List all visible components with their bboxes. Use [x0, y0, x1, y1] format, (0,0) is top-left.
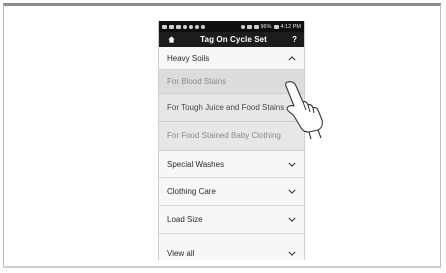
- phone-screen: 96% 4:12 PM Tag On Cycle Set ? Heavy Soi…: [158, 21, 305, 260]
- notification-icon: [201, 24, 205, 29]
- divider: [3, 266, 441, 268]
- category-special-washes[interactable]: Special Washes: [159, 151, 304, 178]
- wifi-icon: [246, 24, 252, 29]
- battery-percent: 96%: [260, 23, 272, 30]
- app-bar: Tag On Cycle Set ?: [159, 32, 304, 47]
- chevron-down-icon: [288, 217, 296, 222]
- pointing-hand-icon: [285, 81, 323, 140]
- category-label: View all: [167, 249, 195, 258]
- category-label: Heavy Soils: [167, 53, 210, 63]
- notification-icons: [162, 24, 205, 29]
- status-bar: 96% 4:12 PM: [159, 21, 304, 32]
- category-label: Load Size: [167, 215, 203, 224]
- chevron-down-icon: [288, 251, 296, 256]
- category-clothing-care[interactable]: Clothing Care: [159, 178, 304, 206]
- category-heavy-soils[interactable]: Heavy Soils: [159, 47, 304, 70]
- page-title: Tag On Cycle Set: [200, 35, 267, 44]
- category-label: Clothing Care: [167, 187, 216, 196]
- notification-icon: [176, 24, 181, 29]
- signal-icon: [253, 24, 259, 29]
- bluetooth-icon: [240, 24, 245, 29]
- help-button[interactable]: ?: [292, 35, 297, 44]
- notification-icon: [169, 24, 174, 29]
- chevron-up-icon: [288, 55, 296, 60]
- home-icon[interactable]: [168, 36, 175, 43]
- option-label: For Blood Stains: [167, 76, 227, 86]
- chevron-down-icon: [288, 189, 296, 194]
- notification-icon: [183, 24, 187, 29]
- category-label: Special Washes: [167, 159, 225, 169]
- option-label: For Tough Juice and Food Stains: [167, 102, 285, 112]
- notification-icon: [195, 24, 199, 29]
- category-load-size[interactable]: Load Size: [159, 206, 304, 234]
- system-status: 96% 4:12 PM: [240, 23, 301, 30]
- battery-icon: [273, 24, 279, 29]
- option-label: For Food Stained Baby Clothing: [167, 131, 281, 140]
- category-view-all[interactable]: View all: [159, 234, 304, 258]
- clock: 4:12 PM: [280, 23, 301, 30]
- notification-icon: [162, 24, 167, 29]
- notification-icon: [189, 24, 193, 29]
- chevron-down-icon: [288, 162, 296, 167]
